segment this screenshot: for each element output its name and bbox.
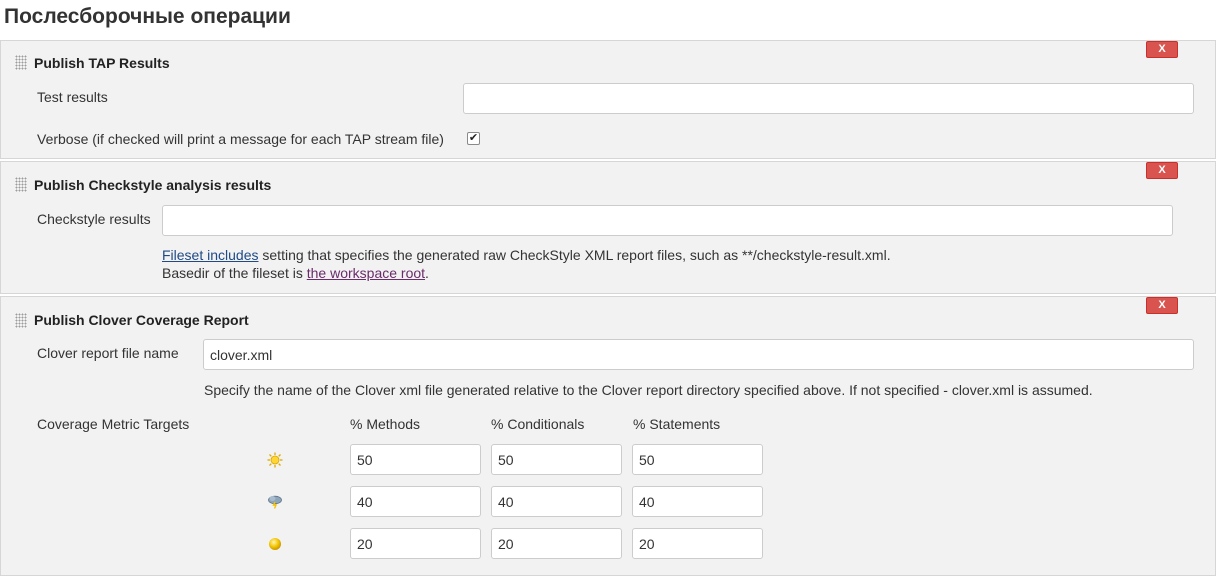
methods-target-yellow[interactable] (350, 528, 481, 559)
checkstyle-results-input[interactable] (162, 205, 1173, 236)
help-text: setting that specifies the generated raw… (258, 247, 891, 263)
test-results-input[interactable] (463, 83, 1194, 114)
verbose-checkbox[interactable]: ✔ (467, 132, 480, 145)
checkstyle-results-label: Checkstyle results (37, 211, 151, 227)
delete-button[interactable]: X (1146, 41, 1178, 58)
stormy-icon (268, 495, 282, 509)
statements-target-yellow[interactable] (632, 528, 763, 559)
conditionals-target-yellow[interactable] (491, 528, 622, 559)
methods-target-stormy[interactable] (350, 486, 481, 517)
section-title: Publish Clover Coverage Report (34, 312, 249, 328)
help-text: Basedir of the fileset is (162, 265, 307, 281)
page-title: Послесборочные операции (4, 5, 291, 28)
column-header-statements: % Statements (633, 416, 721, 432)
statements-target-sunny[interactable] (632, 444, 763, 475)
column-header-methods: % Methods (350, 416, 421, 432)
drag-handle-icon[interactable] (15, 177, 27, 192)
clover-file-label: Clover report file name (37, 345, 179, 361)
methods-target-sunny[interactable] (350, 444, 481, 475)
delete-button[interactable]: X (1146, 297, 1178, 314)
checkstyle-help: Fileset includes setting that specifies … (162, 246, 891, 282)
section-title: Publish TAP Results (34, 55, 170, 71)
yellow-ball-icon (269, 538, 281, 550)
test-results-label: Test results (37, 89, 108, 105)
statements-target-stormy[interactable] (632, 486, 763, 517)
coverage-targets-label: Coverage Metric Targets (37, 416, 190, 432)
publish-tap-section: Publish TAP Results X Test results Verbo… (0, 40, 1216, 159)
section-title: Publish Checkstyle analysis results (34, 177, 272, 193)
clover-file-input[interactable] (203, 339, 1194, 370)
clover-file-help: Specify the name of the Clover xml file … (204, 382, 1093, 398)
conditionals-target-stormy[interactable] (491, 486, 622, 517)
help-text: . (425, 265, 429, 281)
delete-button[interactable]: X (1146, 162, 1178, 179)
publish-clover-section: Publish Clover Coverage Report X Clover … (0, 296, 1216, 576)
workspace-root-link[interactable]: the workspace root (307, 265, 425, 281)
conditionals-target-sunny[interactable] (491, 444, 622, 475)
publish-checkstyle-section: Publish Checkstyle analysis results X Ch… (0, 161, 1216, 294)
verbose-label: Verbose (if checked will print a message… (37, 131, 444, 147)
drag-handle-icon[interactable] (15, 55, 27, 70)
fileset-includes-link[interactable]: Fileset includes (162, 247, 259, 263)
sunny-icon (267, 452, 283, 468)
column-header-conditionals: % Conditionals (491, 416, 585, 432)
drag-handle-icon[interactable] (15, 313, 27, 328)
